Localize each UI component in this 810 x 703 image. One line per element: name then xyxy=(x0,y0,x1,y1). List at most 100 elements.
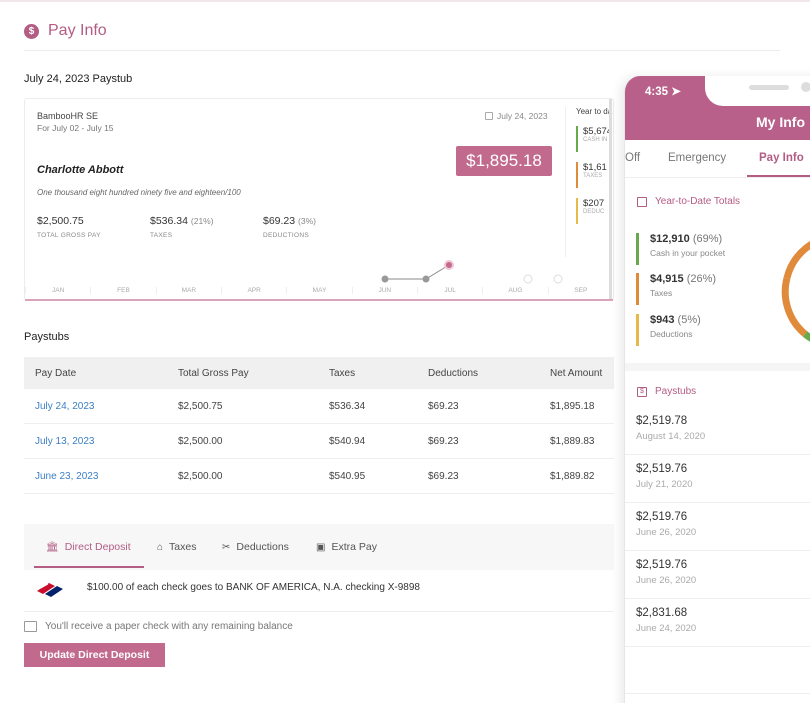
tab-extra-pay-label: Extra Pay xyxy=(331,541,377,553)
ytd-donut-chart xyxy=(781,241,810,342)
gross-pay: $2,500.75 TOTAL GROSS PAY xyxy=(37,215,101,239)
timeline-points[interactable] xyxy=(365,255,565,285)
update-direct-deposit-button[interactable]: Update Direct Deposit xyxy=(24,643,165,667)
dollar-icon: $ xyxy=(637,386,647,397)
mobile-app-preview: 4:35 ➤ My Info Off Emergency Pay Info Ye… xyxy=(624,76,810,703)
deductions-label: DEDUCTIONS xyxy=(263,232,309,239)
tab-taxes[interactable]: ⌂ Taxes xyxy=(157,541,196,553)
ytd-taxes-pct: (26%) xyxy=(686,273,717,285)
table-row[interactable]: June 23, 2023 $2,500.00 $540.95 $69.23 $… xyxy=(24,459,614,494)
bank-of-america-logo xyxy=(37,583,63,597)
cell-taxes: $540.95 xyxy=(329,470,366,482)
cell-gross: $2,500.00 xyxy=(178,470,223,482)
deductions-value: $69.23 xyxy=(263,215,296,227)
table-header: Pay Date Total Gross Pay Taxes Deduction… xyxy=(24,357,614,389)
cell-gross: $2,500.75 xyxy=(178,400,223,412)
page-header: $ Pay Info xyxy=(24,22,107,40)
list-item[interactable]: $2,831.68 June 24, 2020 xyxy=(625,599,810,647)
stub-amount: $2,519.78 xyxy=(636,415,688,427)
check-icon xyxy=(24,621,37,632)
stub-date: June 26, 2020 xyxy=(636,527,697,538)
ytd-deductions-value: $943 xyxy=(650,314,675,326)
page: $ Pay Info July 24, 2023 Paystub BambooH… xyxy=(0,0,810,703)
list-item[interactable]: $2,519.76 June 26, 2020 xyxy=(625,503,810,551)
company-name: BambooHR SE xyxy=(37,111,99,121)
timeline-track xyxy=(25,299,613,301)
stub-date: July 21, 2020 xyxy=(636,479,693,490)
col-gross-pay[interactable]: Total Gross Pay xyxy=(178,368,329,379)
card-scrollbar[interactable] xyxy=(609,99,612,301)
ytd-taxes-label: Taxes xyxy=(650,288,673,298)
col-taxes[interactable]: Taxes xyxy=(329,368,428,379)
cell-deductions: $69.23 xyxy=(428,470,459,482)
month-jun[interactable]: JUN xyxy=(351,287,417,294)
month-sep[interactable]: SEP xyxy=(547,287,613,294)
location-arrow-icon: ➤ xyxy=(671,86,681,98)
top-border xyxy=(0,0,810,2)
ytd-cash-label: Cash in your pocket xyxy=(650,248,726,258)
table-row[interactable]: July 24, 2023 $2,500.75 $536.34 $69.23 $… xyxy=(24,389,614,424)
timeline-months: JAN FEB MAR APR MAY JUN JUL AUG SEP xyxy=(25,287,613,294)
deductions: $69.23 (3%) DEDUCTIONS xyxy=(263,215,316,239)
ytd-deductions-pct: (5%) xyxy=(677,314,701,326)
phone-notch xyxy=(705,76,810,106)
list-item[interactable]: $2,519.78 August 14, 2020 xyxy=(625,407,810,455)
status-time: 4:35 ➤ xyxy=(645,84,681,98)
tab-deductions[interactable]: ✂ Deductions xyxy=(222,541,289,553)
ytd-deductions-label: Deductions xyxy=(650,329,693,339)
paystub-title: July 24, 2023 Paystub xyxy=(24,73,133,85)
pay-date-text: July 24, 2023 xyxy=(497,111,548,121)
col-deductions[interactable]: Deductions xyxy=(428,368,550,379)
month-feb[interactable]: FEB xyxy=(90,287,155,294)
cell-gross: $2,500.00 xyxy=(178,435,223,447)
cell-taxes: $540.94 xyxy=(329,435,366,447)
paystubs-heading: Paystubs xyxy=(24,331,70,343)
ytd-title: Year-to-Date Totals xyxy=(655,196,741,207)
month-mar[interactable]: MAR xyxy=(155,287,221,294)
list-item[interactable]: $2,519.76 June 26, 2020 xyxy=(625,551,810,599)
app-bottom-nav xyxy=(625,693,810,703)
month-apr[interactable]: APR xyxy=(220,287,286,294)
list-item[interactable]: $2,519.76 July 21, 2020 xyxy=(625,455,810,503)
col-net-amount[interactable]: Net Amount xyxy=(550,368,614,379)
ytd-taxes: $4,915 (26%) Taxes xyxy=(636,273,716,305)
table-row[interactable]: July 13, 2023 $2,500.00 $540.94 $69.23 $… xyxy=(24,424,614,459)
cell-net: $1,895.18 xyxy=(550,400,595,412)
ytd-taxes-value: $4,915 xyxy=(650,273,684,285)
bank-icon: 🏛︎ xyxy=(46,541,59,553)
net-amount-badge: $1,895.18 xyxy=(456,146,552,176)
paystub-figures: $2,500.75 TOTAL GROSS PAY $536.34 (21%) … xyxy=(37,215,337,245)
stub-amount: $2,519.76 xyxy=(636,511,688,523)
paper-check-text: You'll receive a paper check with any re… xyxy=(45,621,293,632)
pay-date-link[interactable]: June 23, 2023 xyxy=(24,471,178,482)
taxes-label: TAXES xyxy=(150,232,173,239)
amount-in-words: One thousand eight hundred ninety five a… xyxy=(37,188,241,197)
month-jul[interactable]: JUL xyxy=(416,287,482,294)
ytd-section-header: Year-to-Date Totals xyxy=(637,196,740,207)
cell-taxes: $536.34 xyxy=(329,400,366,412)
taxes-pct: (21%) xyxy=(190,216,214,226)
col-pay-date[interactable]: Pay Date xyxy=(24,368,178,379)
paystubs-section-header: $ Paystubs xyxy=(637,386,696,397)
pay-period: For July 02 - July 15 xyxy=(37,123,114,133)
active-tab-indicator xyxy=(34,566,144,568)
tab-deductions-label: Deductions xyxy=(236,541,289,553)
app-tab-pay-info[interactable]: Pay Info xyxy=(759,152,804,164)
cell-deductions: $69.23 xyxy=(428,435,459,447)
gross-pay-value: $2,500.75 xyxy=(37,215,84,227)
dollar-icon: $ xyxy=(24,23,39,39)
pay-date-link[interactable]: July 13, 2023 xyxy=(24,436,178,447)
camera-dot xyxy=(801,82,810,92)
month-aug[interactable]: AUG xyxy=(482,287,547,294)
tab-extra-pay[interactable]: ▣ Extra Pay xyxy=(316,541,377,553)
tab-direct-deposit[interactable]: 🏛︎ Direct Deposit xyxy=(46,541,131,553)
speaker-pill xyxy=(749,85,789,90)
month-jan[interactable]: JAN xyxy=(25,287,90,294)
app-tab-off[interactable]: Off xyxy=(625,152,640,164)
calendar-icon xyxy=(637,196,647,207)
pay-date-link[interactable]: July 24, 2023 xyxy=(24,401,178,412)
app-tab-emergency[interactable]: Emergency xyxy=(668,152,726,164)
month-may[interactable]: MAY xyxy=(286,287,351,294)
employee-name: Charlotte Abbott xyxy=(37,164,124,176)
cell-deductions: $69.23 xyxy=(428,400,459,412)
